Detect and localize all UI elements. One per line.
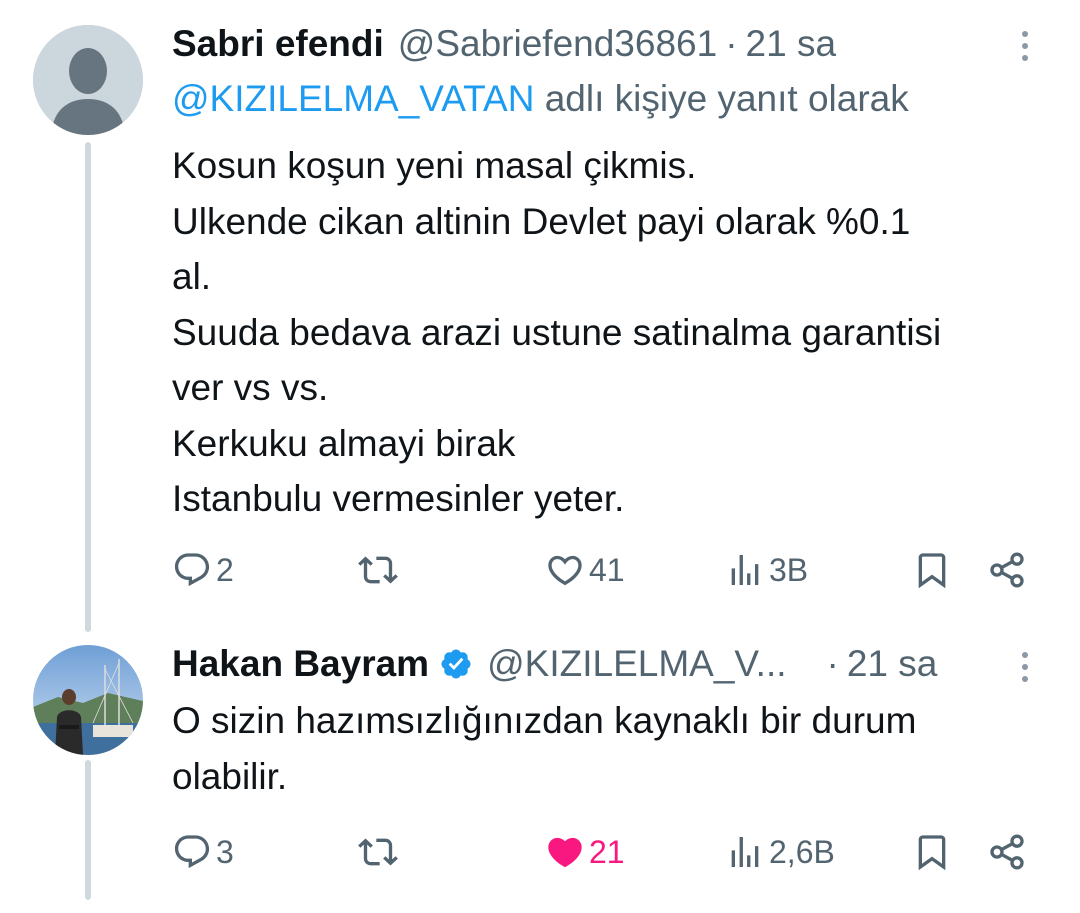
tweet-header: Hakan Bayram @KIZILELMA_V... · 21 sa [172,640,1002,688]
tweet-text-line: Kosun koşun yeni masal çikmis. [172,145,697,186]
avatar-hakan-bayram[interactable] [33,645,143,755]
reply-button[interactable]: 3 [172,827,234,877]
display-name[interactable]: Hakan Bayram [172,643,429,685]
share-nodes-icon [990,834,1024,870]
view-count: 2,6B [769,833,835,870]
more-options-icon[interactable] [1012,645,1038,689]
like-button[interactable]: 41 [545,545,625,595]
verified-badge-icon-svg [441,649,471,679]
heart-icon [548,555,582,586]
speech-bubble-icon [174,553,210,587]
verified-badge-icon[interactable] [439,647,473,681]
profile-photo-avatar [33,645,143,755]
bookmark-icon [918,835,946,871]
speech-bubble-icon [174,835,210,869]
avatar-default-profile[interactable] [33,25,143,135]
thread-connector-line [85,760,91,900]
share-nodes-icon [990,552,1024,588]
bookmark-icon [918,553,946,589]
heart-filled-icon [548,837,582,868]
retweet-button[interactable] [358,827,398,877]
bar-chart-icon [731,837,759,867]
tweet-text-line: Kerkuku almayi birak [172,422,516,464]
view-count: 3B [769,551,809,588]
separator-dot: · [725,23,738,64]
views-button[interactable]: 3B [725,545,808,595]
bookmark-button[interactable] [912,545,952,595]
tweet-text-line: Ulkende cikan altinin Devlet payi olarak… [172,200,911,242]
tweet-text: O sizin hazımsızlığınızdan kaynaklı bir … [172,693,1052,804]
reply-count: 3 [216,833,234,870]
views-button[interactable]: 2,6B [725,827,835,877]
tweet-action-bar: 2 41 3B [172,545,1052,595]
reply-context: @KIZILELMA_VATAN adlı kişiye yanıt olara… [172,78,909,120]
timestamp[interactable]: 21 sa [746,23,837,65]
tweet-text-line: O sizin hazımsızlığınızdan kaynaklı bir … [172,700,917,741]
more-options-icon[interactable] [1012,24,1038,68]
bookmark-button[interactable] [912,827,952,877]
like-count: 41 [589,551,625,588]
default-profile-avatar-icon [33,25,143,135]
retweet-button[interactable] [358,545,398,595]
tweet-text: Kosun koşun yeni masal çikmis. Ulkende c… [172,138,1052,527]
share-button[interactable] [987,545,1027,595]
reply-mention-link[interactable]: @KIZILELMA_VATAN [172,78,534,119]
tweet-text-line: al. [172,256,212,297]
tweet-header: Sabri efendi @Sabriefend36861 · 21 sa [172,20,932,68]
tweet-text-line: Istanbulu vermesinler yeter. [172,478,625,519]
display-name[interactable]: Sabri efendi [172,23,384,65]
share-button[interactable] [987,827,1027,877]
reply-context-suffix: adlı kişiye yanıt olarak [544,78,909,119]
timestamp[interactable]: 21 sa [847,643,938,685]
separator-dot: · [826,643,839,684]
user-handle[interactable]: @Sabriefend36861 [398,23,717,65]
tweet-action-bar: 3 21 2,6B [172,827,1052,877]
like-count: 21 [589,833,625,870]
user-handle[interactable]: @KIZILELMA_V... [487,643,786,685]
like-button[interactable]: 21 [545,827,625,877]
retweet-arrows-icon [358,838,398,866]
thread-connector-line [85,142,91,632]
tweet-text-line: ver vs vs. [172,367,329,408]
reply-button[interactable]: 2 [172,545,234,595]
tweet-text-line: olabilir. [172,755,288,797]
reply-count: 2 [216,551,234,588]
retweet-arrows-icon [358,556,398,584]
tweet-text-line: Suuda bedava arazi ustune satinalma gara… [172,311,942,353]
bar-chart-icon [731,555,759,585]
